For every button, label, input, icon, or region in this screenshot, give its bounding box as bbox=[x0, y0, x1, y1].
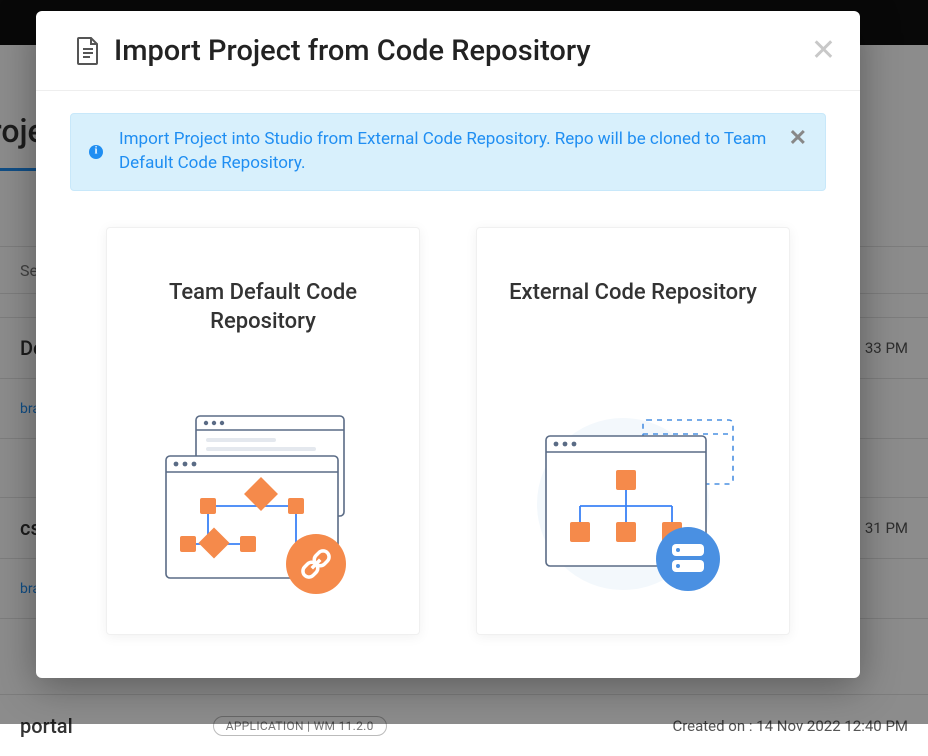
document-icon bbox=[76, 37, 100, 65]
modal-header: Import Project from Code Repository ✕ bbox=[36, 11, 860, 91]
team-repo-illustration bbox=[131, 342, 395, 614]
modal-body: Import Project into Studio from External… bbox=[36, 91, 860, 657]
close-button[interactable]: ✕ bbox=[811, 36, 836, 66]
option-cards: Team Default Code Repository bbox=[70, 227, 826, 635]
banner-text: Import Project into Studio from External… bbox=[119, 128, 773, 176]
card-title: External Code Repository bbox=[501, 278, 765, 342]
external-repo-card[interactable]: External Code Repository bbox=[476, 227, 790, 635]
external-repo-illustration bbox=[501, 342, 765, 614]
banner-close-button[interactable]: ✕ bbox=[789, 128, 807, 150]
info-icon bbox=[89, 145, 103, 159]
team-default-repo-card[interactable]: Team Default Code Repository bbox=[106, 227, 420, 635]
modal-title-text: Import Project from Code Repository bbox=[114, 34, 591, 68]
info-banner: Import Project into Studio from External… bbox=[70, 113, 826, 191]
modal-title: Import Project from Code Repository bbox=[76, 34, 591, 68]
card-title: Team Default Code Repository bbox=[131, 278, 395, 342]
import-project-modal: Import Project from Code Repository ✕ Im… bbox=[36, 11, 860, 678]
